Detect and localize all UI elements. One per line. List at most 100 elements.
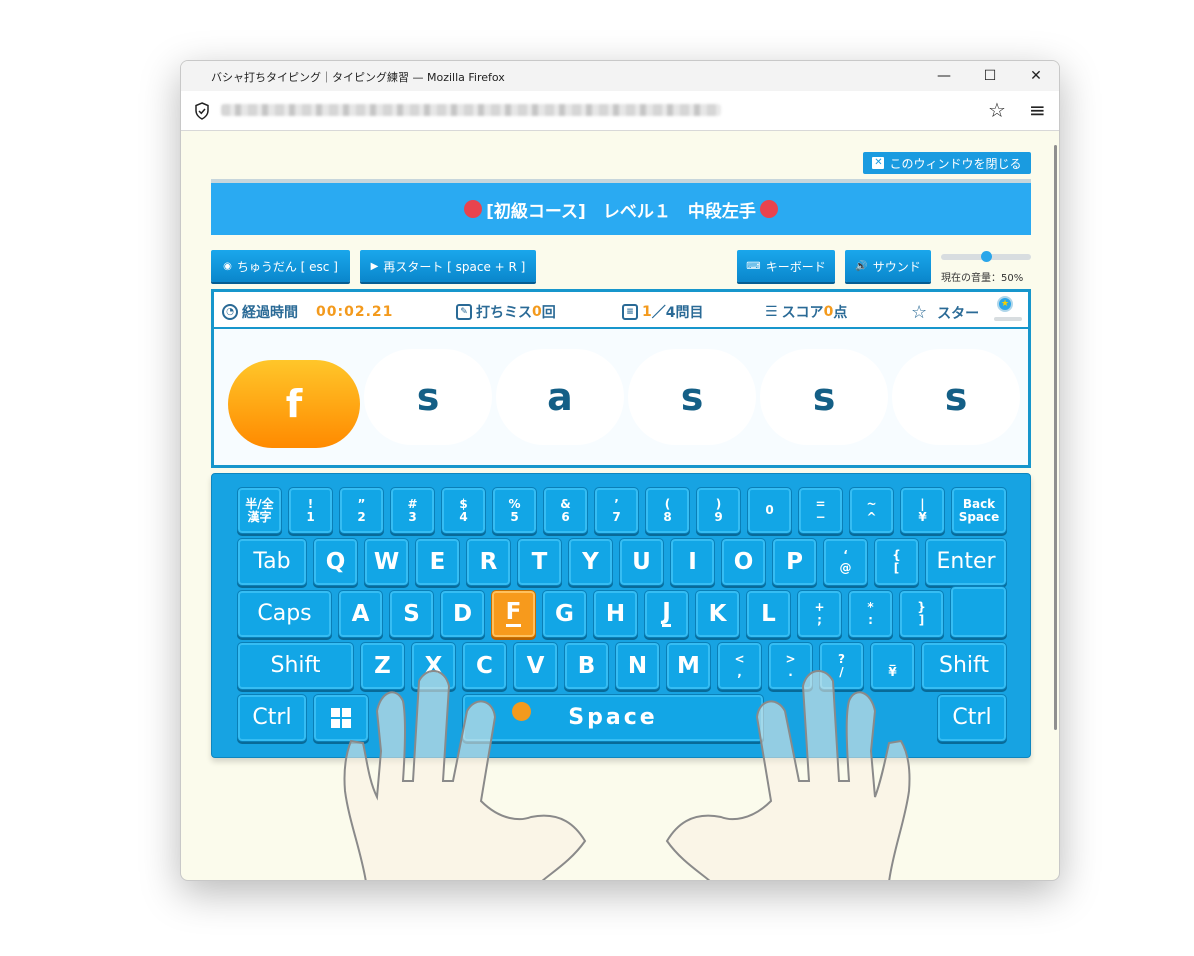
key-at[interactable]: ‘@ bbox=[823, 538, 868, 586]
key-m[interactable]: M bbox=[666, 642, 711, 690]
key-a[interactable]: A bbox=[338, 590, 383, 638]
char-chip: f bbox=[228, 360, 360, 448]
restart-button[interactable]: ▶ 再スタート [ space + R ] bbox=[360, 250, 536, 282]
window-title: バシャ打ちタイピング｜タイピング練習 — Mozilla Firefox bbox=[211, 71, 505, 84]
star-icon: ☆ bbox=[911, 302, 928, 323]
key-w[interactable]: W bbox=[364, 538, 409, 586]
windows-icon bbox=[331, 708, 351, 728]
key-t[interactable]: T bbox=[517, 538, 562, 586]
close-button[interactable]: ✕ bbox=[1013, 61, 1059, 91]
key-enter-lower[interactable] bbox=[950, 586, 1007, 638]
volume-label: 現在の音量：50% bbox=[941, 273, 1024, 284]
key-period[interactable]: >. bbox=[768, 642, 813, 690]
key-ctrl-left[interactable]: Ctrl bbox=[237, 694, 307, 742]
key-x[interactable]: X bbox=[411, 642, 456, 690]
key-comma[interactable]: <, bbox=[717, 642, 762, 690]
key-y[interactable]: Y bbox=[568, 538, 613, 586]
key-windows[interactable] bbox=[313, 694, 369, 742]
key-9[interactable]: ) 9 bbox=[696, 487, 741, 534]
key-e[interactable]: E bbox=[415, 538, 460, 586]
clock-icon: ◔ bbox=[222, 304, 238, 320]
score-value: 0 bbox=[823, 304, 834, 320]
key-7[interactable]: ’ 7 bbox=[594, 487, 639, 534]
pause-circle-icon: ◉ bbox=[223, 260, 232, 272]
char-chip: s bbox=[760, 349, 888, 445]
key-semicolon[interactable]: +; bbox=[797, 590, 842, 638]
key-i[interactable]: I bbox=[670, 538, 715, 586]
miss-icon: ✎ bbox=[456, 304, 472, 320]
key-c[interactable]: C bbox=[462, 642, 507, 690]
speaker-icon: 🔊 bbox=[855, 260, 868, 272]
minimize-button[interactable]: — bbox=[921, 61, 967, 91]
address-bar[interactable]: ☆ ≡ bbox=[181, 91, 1059, 131]
keyboard-toggle-button[interactable]: ⌨ キーボード bbox=[737, 250, 835, 282]
elapsed-stat: ◔ 経過時間 00:02.21 bbox=[222, 302, 393, 322]
key-g[interactable]: G bbox=[542, 590, 587, 638]
document-icon: ≡ bbox=[622, 304, 638, 320]
key-u[interactable]: U bbox=[619, 538, 664, 586]
progress-stat: ≡ 1 ／4問目 bbox=[622, 302, 704, 322]
key-q[interactable]: Q bbox=[313, 538, 358, 586]
url-text[interactable] bbox=[221, 104, 721, 116]
volume-slider[interactable] bbox=[941, 251, 1031, 262]
key-6[interactable]: & 6 bbox=[543, 487, 588, 534]
key-j[interactable]: J bbox=[644, 590, 689, 638]
key-o[interactable]: O bbox=[721, 538, 766, 586]
key-d[interactable]: D bbox=[440, 590, 485, 638]
key-2[interactable]: ” 2 bbox=[339, 487, 384, 534]
key-enter[interactable]: Enter bbox=[925, 538, 1007, 586]
key-slash[interactable]: ? / bbox=[819, 642, 864, 690]
key-k[interactable]: K bbox=[695, 590, 740, 638]
score-stat: ☰ スコア 0 点 bbox=[765, 302, 847, 322]
maximize-button[interactable]: ☐ bbox=[967, 61, 1013, 91]
course-banner: [初級コース] レベル１ 中段左手 bbox=[211, 179, 1031, 235]
key-space[interactable]: Space bbox=[462, 694, 764, 742]
key-caret[interactable]: ~ ^ bbox=[849, 487, 894, 534]
key-ctrl-right[interactable]: Ctrl bbox=[937, 694, 1007, 742]
char-chip: s bbox=[628, 349, 756, 445]
key-backspace[interactable]: Back Space bbox=[951, 487, 1007, 534]
shield-check-icon[interactable] bbox=[194, 102, 210, 120]
key-yen[interactable]: | ¥ bbox=[900, 487, 945, 534]
star-badge-icon: ★ bbox=[997, 296, 1013, 312]
pause-button[interactable]: ◉ ちゅうだん [ esc ] bbox=[211, 250, 350, 282]
key-b[interactable]: B bbox=[564, 642, 609, 690]
key-r[interactable]: R bbox=[466, 538, 511, 586]
key-tab[interactable]: Tab bbox=[237, 538, 307, 586]
title-bar: バシャ打ちタイピング｜タイピング練習 — Mozilla Firefox — ☐… bbox=[181, 61, 1059, 91]
key-hankaku[interactable]: 半/全 漢字 bbox=[237, 487, 282, 534]
key-s[interactable]: S bbox=[389, 590, 434, 638]
key-f[interactable]: F bbox=[491, 590, 536, 638]
pause-label: ちゅうだん [ esc ] bbox=[236, 259, 338, 274]
key-z[interactable]: Z bbox=[360, 642, 405, 690]
key-minus[interactable]: = − bbox=[798, 487, 843, 534]
key-shift-right[interactable]: Shift bbox=[921, 642, 1007, 690]
key-bracket-open[interactable]: {[ bbox=[874, 538, 919, 586]
score-label: スコア bbox=[781, 305, 824, 321]
key-0[interactable]: 0 bbox=[747, 487, 792, 534]
key-p[interactable]: P bbox=[772, 538, 817, 586]
key-3[interactable]: #3 bbox=[390, 487, 435, 534]
volume-slider-knob[interactable] bbox=[980, 251, 992, 262]
sound-toggle-button[interactable]: 🔊 サウンド bbox=[845, 250, 931, 282]
red-dot-icon bbox=[759, 200, 778, 218]
menu-icon[interactable]: ≡ bbox=[1029, 98, 1046, 122]
key-v[interactable]: V bbox=[513, 642, 558, 690]
key-n[interactable]: N bbox=[615, 642, 660, 690]
key-backslash[interactable]: _ ¥ bbox=[870, 642, 915, 690]
key-bracket-close[interactable]: }] bbox=[899, 590, 944, 638]
key-4[interactable]: $4 bbox=[441, 487, 486, 534]
key-caps[interactable]: Caps bbox=[237, 590, 332, 638]
key-5[interactable]: % 5 bbox=[492, 487, 537, 534]
key-h[interactable]: H bbox=[593, 590, 638, 638]
key-8[interactable]: (8 bbox=[645, 487, 690, 534]
key-colon[interactable]: *: bbox=[848, 590, 893, 638]
bookmark-star-icon[interactable]: ☆ bbox=[988, 98, 1006, 122]
key-1[interactable]: ! 1 bbox=[288, 487, 333, 534]
close-window-button[interactable]: ✕ このウィンドウを閉じる bbox=[863, 152, 1031, 174]
key-l[interactable]: L bbox=[746, 590, 791, 638]
restart-label: 再スタート [ space + R ] bbox=[383, 259, 526, 274]
score-unit: 点 bbox=[833, 305, 848, 321]
scrollbar[interactable] bbox=[1054, 145, 1057, 730]
key-shift-left[interactable]: Shift bbox=[237, 642, 354, 690]
